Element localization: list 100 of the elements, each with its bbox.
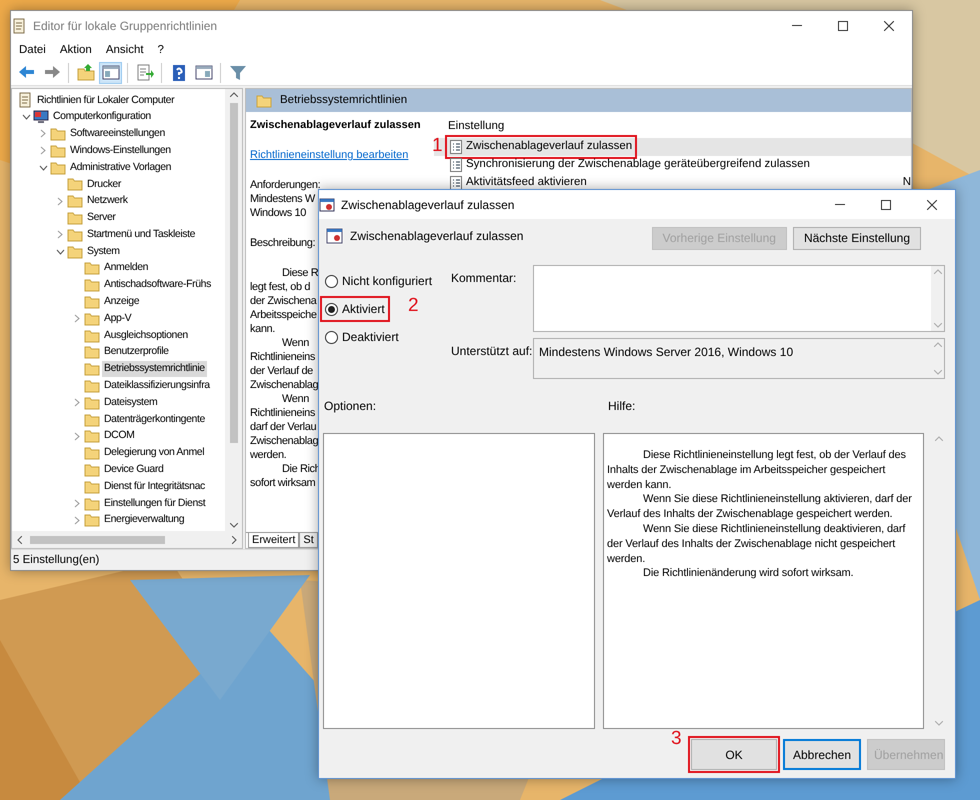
radio-option[interactable]: Aktiviert bbox=[323, 299, 387, 319]
policy-icon bbox=[326, 227, 344, 245]
comment-field[interactable] bbox=[533, 265, 945, 332]
tree-item[interactable]: Dienst für Integritätsnac bbox=[102, 478, 207, 495]
maximize-icon[interactable] bbox=[881, 200, 891, 210]
view-tab[interactable]: St bbox=[299, 533, 318, 548]
folder-icon bbox=[84, 294, 100, 309]
chevron-right-icon[interactable] bbox=[40, 129, 46, 138]
setting-row[interactable]: Synchronisierung der Zwischenablage geräteübergreifend zulassen bbox=[434, 156, 911, 174]
menu-item[interactable]: ? bbox=[158, 42, 164, 58]
scroll-up-icon[interactable] bbox=[230, 92, 238, 97]
radio-button[interactable] bbox=[325, 330, 338, 344]
tree-item[interactable]: Richtlinien für Lokaler Computer bbox=[35, 92, 176, 108]
chevron-right-icon[interactable] bbox=[74, 314, 80, 324]
scroll-down-icon bbox=[934, 370, 942, 375]
folder-icon bbox=[84, 412, 100, 427]
tree-item[interactable]: System bbox=[85, 244, 122, 260]
tree-item[interactable]: App-V bbox=[102, 310, 134, 327]
tree-item[interactable]: Administrative Vorlagen bbox=[68, 160, 174, 176]
scroll-up-icon bbox=[934, 436, 943, 441]
folder-icon bbox=[67, 244, 83, 259]
tree-item[interactable]: Softwareeinstellungen bbox=[68, 126, 167, 142]
scrollbar[interactable] bbox=[12, 531, 242, 548]
folder-icon bbox=[84, 462, 100, 477]
tree-item[interactable]: Anmelden bbox=[102, 260, 150, 276]
tree-item[interactable]: Dateisystem bbox=[102, 394, 160, 411]
scroll-icon bbox=[17, 92, 33, 108]
section-label: Hilfe: bbox=[608, 398, 636, 415]
chevron-right-icon[interactable] bbox=[74, 516, 80, 525]
folder-icon bbox=[67, 228, 83, 242]
chevron-right-icon[interactable] bbox=[74, 432, 80, 441]
tree-item[interactable]: Delegierung von Anmel bbox=[102, 445, 206, 461]
dialog-button[interactable]: OK bbox=[691, 739, 777, 770]
radio-option[interactable]: Deaktiviert bbox=[323, 327, 401, 347]
tree-item[interactable]: Server bbox=[85, 210, 118, 226]
section-label: Optionen: bbox=[323, 398, 378, 415]
nav-button[interactable]: Nächste Einstellung bbox=[792, 227, 921, 250]
tree-item[interactable]: Benutzerprofile bbox=[102, 344, 171, 360]
tree-item[interactable]: Netzwerk bbox=[85, 193, 130, 210]
folder-icon bbox=[84, 261, 100, 276]
folder-icon bbox=[50, 144, 66, 158]
description-text: Zwischenablag bbox=[250, 378, 318, 392]
folder-icon bbox=[84, 446, 100, 460]
setting-row[interactable]: 1 Zwischenablageverlauf zulassen bbox=[434, 138, 911, 156]
menu-item[interactable]: Aktion bbox=[60, 42, 92, 58]
chevron-down-icon[interactable] bbox=[22, 114, 30, 120]
radio-button[interactable] bbox=[325, 302, 338, 316]
chevron-right-icon[interactable] bbox=[57, 230, 63, 240]
tree-item[interactable]: Energieverwaltung bbox=[102, 512, 186, 528]
close-icon[interactable] bbox=[927, 200, 937, 210]
tree-item[interactable]: Windows-Einstellungen bbox=[68, 142, 173, 159]
folder-icon bbox=[84, 396, 100, 410]
view-tab[interactable]: Erweitert bbox=[248, 533, 300, 548]
chevron-right-icon[interactable] bbox=[74, 499, 80, 508]
help-text: Wenn Sie diese Richtlinieneinstellung aktivieren, darf der Verlauf des Inhalts der Zwischenablage gespeichert werden. bbox=[607, 492, 913, 522]
tree-item[interactable]: Einstellungen für Dienst bbox=[102, 496, 208, 512]
folder-icon bbox=[256, 94, 272, 108]
folder-icon bbox=[67, 177, 83, 192]
scroll-left-icon[interactable] bbox=[17, 536, 22, 544]
radio-option[interactable]: Nicht konfiguriert bbox=[323, 271, 434, 291]
tree-item[interactable]: Device Guard bbox=[102, 462, 166, 478]
chevron-right-icon[interactable] bbox=[57, 196, 63, 206]
tree-item[interactable]: Startmenü und Taskleiste bbox=[85, 226, 198, 243]
folder-icon bbox=[84, 362, 100, 376]
edit-link[interactable]: Richtlinieneinstellung bearbeiten bbox=[250, 148, 408, 162]
tree-item[interactable]: Antischadsoftware-Frühs bbox=[102, 277, 213, 294]
chevron-right-icon[interactable] bbox=[74, 398, 80, 408]
tree-item[interactable]: Anzeige bbox=[102, 294, 142, 310]
computer-icon bbox=[33, 109, 49, 126]
tree-item[interactable]: Dateiklassifizierungsinfra bbox=[102, 378, 212, 394]
scroll-right-icon[interactable] bbox=[232, 536, 237, 544]
chevron-down-icon[interactable] bbox=[38, 164, 48, 171]
radio-button[interactable] bbox=[325, 274, 338, 288]
requirements-text: Mindestens W bbox=[250, 192, 315, 206]
tree-item[interactable]: DCOM bbox=[102, 428, 136, 444]
dialog-button[interactable]: Abbrechen bbox=[783, 739, 861, 770]
description-text: Wenn bbox=[281, 392, 309, 406]
menu-item[interactable]: Ansicht bbox=[106, 42, 144, 58]
folder-icon bbox=[84, 378, 100, 393]
folder-icon bbox=[84, 429, 100, 444]
menu-item[interactable]: Datei bbox=[19, 42, 46, 58]
folder-icon bbox=[50, 126, 66, 141]
tree-item[interactable]: Ausgleichsoptionen bbox=[102, 328, 190, 344]
folder-icon bbox=[84, 496, 100, 511]
folder-icon bbox=[84, 480, 100, 494]
maximize-icon[interactable] bbox=[838, 20, 848, 30]
tree-item[interactable]: Betriebssystemrichtlinie bbox=[102, 361, 207, 378]
window-title: Editor für lokale Gruppenrichtlinien bbox=[33, 18, 218, 34]
tree-item[interactable]: Datenträgerkontingente bbox=[102, 412, 207, 428]
scrollbar[interactable] bbox=[225, 89, 242, 531]
description-text: werden. bbox=[250, 448, 286, 462]
close-icon[interactable] bbox=[884, 20, 894, 30]
chevron-right-icon[interactable] bbox=[40, 146, 46, 156]
column-header[interactable]: Einstellung bbox=[434, 118, 911, 136]
description-text: der Zwischena bbox=[250, 294, 316, 308]
chevron-down-icon[interactable] bbox=[56, 248, 64, 255]
tree-item[interactable]: Drucker bbox=[85, 176, 123, 192]
tree-item[interactable]: Computerkonfiguration bbox=[51, 109, 153, 126]
folder-icon bbox=[84, 278, 100, 292]
scroll-down-icon[interactable] bbox=[230, 523, 238, 528]
